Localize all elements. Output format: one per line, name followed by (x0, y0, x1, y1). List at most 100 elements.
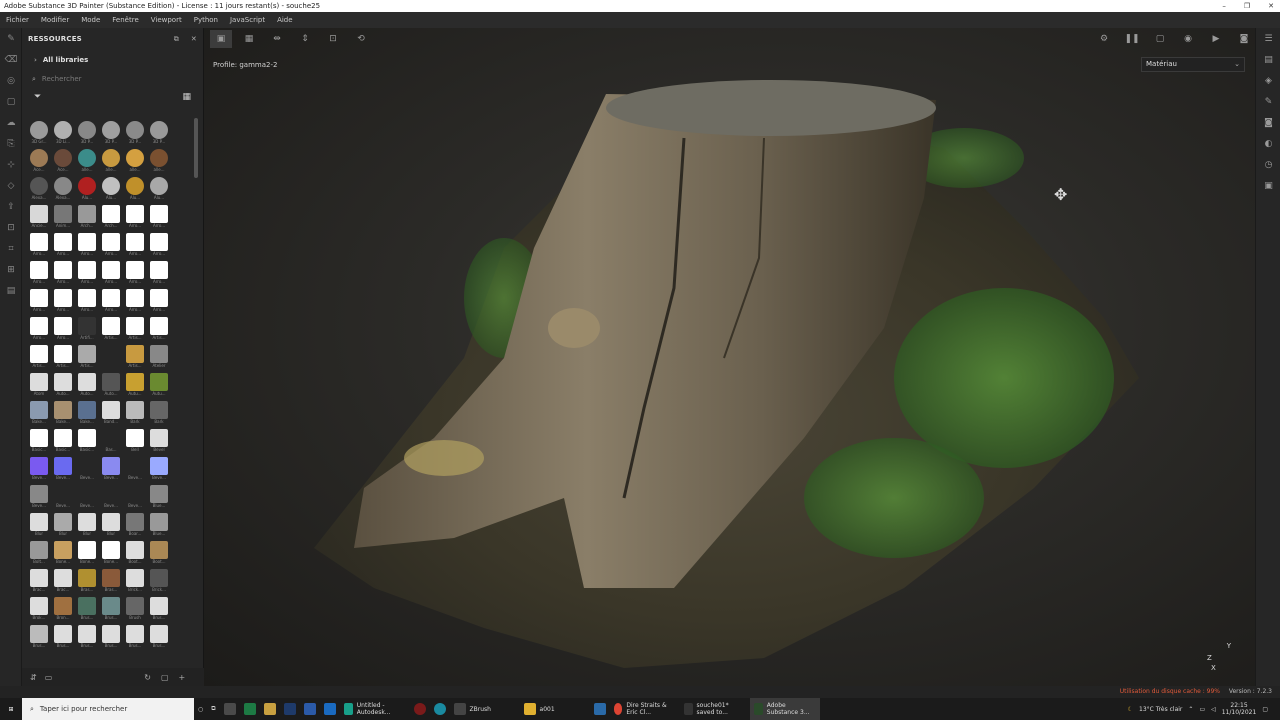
edge-icon[interactable] (430, 698, 450, 720)
record-icon[interactable] (410, 698, 430, 720)
start-button[interactable]: ⊞ (0, 698, 22, 720)
resource-item[interactable]: Beve... (75, 484, 99, 512)
search-input[interactable]: ⌕ Rechercher (22, 70, 203, 88)
menu-viewport[interactable]: Viewport (145, 16, 188, 24)
resource-item[interactable]: Arro... (147, 204, 171, 232)
display-icon[interactable]: ▭ (45, 673, 53, 682)
resource-item[interactable]: Beve... (123, 484, 147, 512)
resource-item[interactable]: Beve... (99, 456, 123, 484)
resource-item[interactable]: Bell (123, 428, 147, 456)
resource-item[interactable]: Bone... (51, 540, 75, 568)
resource-item[interactable]: Beve... (27, 484, 51, 512)
mail-icon[interactable] (590, 698, 610, 720)
resource-item[interactable]: Artis... (123, 316, 147, 344)
paint-brush-icon[interactable]: ✎ (0, 28, 22, 49)
outlook-icon[interactable] (320, 698, 340, 720)
resource-item[interactable]: Beve... (27, 456, 51, 484)
resource-item[interactable]: Alu... (99, 176, 123, 204)
resource-item[interactable]: Brus... (27, 624, 51, 652)
resource-item[interactable]: alle... (75, 148, 99, 176)
resource-item[interactable]: Blue... (147, 512, 171, 540)
resource-item[interactable]: Auto... (75, 372, 99, 400)
resource-item[interactable]: Brac... (27, 568, 51, 596)
excel-icon[interactable] (240, 698, 260, 720)
maximize-icon[interactable]: ❐ (1244, 0, 1250, 12)
resource-item[interactable]: Arro... (123, 204, 147, 232)
menu-mode[interactable]: Mode (75, 16, 106, 24)
resource-item[interactable]: Beve... (51, 484, 75, 512)
history-panel-icon[interactable]: ◷ (1256, 154, 1280, 175)
resource-item[interactable]: Arro... (123, 288, 147, 316)
library-selector[interactable]: › All libraries (22, 50, 203, 70)
3d-viewport[interactable]: ▣ ▦ ⇹ ⇕ ⊡ ⟲ ⚙ ❚❚ ▢ ◉ ▶ ◙ Profile: gamma2… (204, 28, 1255, 686)
panel-close-icon[interactable]: ✕ (191, 35, 197, 44)
resource-item[interactable]: 3D P... (75, 120, 99, 148)
stack-icon[interactable]: ◈ (1256, 70, 1280, 91)
resource-item[interactable]: Arro... (27, 260, 51, 288)
resource-item[interactable]: Bake... (51, 400, 75, 428)
resource-item[interactable]: Basic... (51, 428, 75, 456)
word-icon[interactable] (300, 698, 320, 720)
resource-item[interactable]: Blur (27, 512, 51, 540)
geometry-mask-icon[interactable]: ▢ (0, 91, 22, 112)
explorer-icon[interactable] (260, 698, 280, 720)
resource-item[interactable]: Basic... (75, 428, 99, 456)
resource-item[interactable]: Beve... (75, 456, 99, 484)
resource-item[interactable]: Artis... (75, 344, 99, 372)
taskbar-search[interactable]: ⌕ Taper ici pour rechercher (22, 698, 194, 720)
export-icon[interactable]: ⊞ (0, 259, 22, 280)
resource-item[interactable]: Boot... (123, 540, 147, 568)
log-icon[interactable]: ▣ (1256, 175, 1280, 196)
filter-icon[interactable]: ⏷ (34, 92, 41, 102)
resource-item[interactable]: Bark (147, 400, 171, 428)
resource-item[interactable]: Ace... (27, 148, 51, 176)
resource-item[interactable]: Arro... (27, 316, 51, 344)
resource-item[interactable]: Beve... (99, 484, 123, 512)
resource-item[interactable]: Blur (51, 512, 75, 540)
resource-item[interactable]: Arro... (51, 288, 75, 316)
resource-item[interactable]: alle... (99, 148, 123, 176)
resource-item[interactable]: 3D Gr... (27, 120, 51, 148)
menu-aide[interactable]: Aide (271, 16, 298, 24)
scrollbar[interactable] (194, 118, 198, 178)
tray-chevron-icon[interactable]: ⌃ (1188, 706, 1193, 713)
taskbar-app-zbrush[interactable]: ZBrush (450, 698, 520, 720)
resource-item[interactable]: Brus... (123, 624, 147, 652)
resource-item[interactable]: Arro... (123, 260, 147, 288)
resource-item[interactable]: Arro... (99, 232, 123, 260)
resource-item[interactable]: Artis... (51, 344, 75, 372)
resource-item[interactable]: Arro... (27, 232, 51, 260)
resource-item[interactable]: Brus... (147, 596, 171, 624)
resource-item[interactable]: Arro... (99, 288, 123, 316)
layers-icon[interactable]: ☰ (1256, 28, 1280, 49)
resource-item[interactable]: Basic... (27, 428, 51, 456)
shader-icon[interactable]: ◐ (1256, 133, 1280, 154)
resource-item[interactable]: Bake... (27, 400, 51, 428)
resource-item[interactable]: Beve... (147, 456, 171, 484)
resource-item[interactable]: Brick... (147, 568, 171, 596)
resource-item[interactable]: Bake... (75, 400, 99, 428)
resource-item[interactable]: Arro... (75, 260, 99, 288)
resource-item[interactable]: Ace... (51, 148, 75, 176)
menu-modifier[interactable]: Modifier (35, 16, 75, 24)
resource-item[interactable]: 3D P... (147, 120, 171, 148)
taskbar-app-autodesk[interactable]: Untitled - Autodesk... (340, 698, 410, 720)
menu-python[interactable]: Python (188, 16, 224, 24)
resource-item[interactable]: Arro... (147, 288, 171, 316)
brush-settings-icon[interactable]: ✎ (1256, 91, 1280, 112)
camera-settings-icon[interactable]: ◙ (1256, 112, 1280, 133)
menu-javascript[interactable]: JavaScript (224, 16, 271, 24)
resource-item[interactable]: Autu... (147, 372, 171, 400)
taskbar-app-substance[interactable]: Adobe Substance 3... (749, 698, 820, 720)
resource-item[interactable]: Artis... (27, 344, 51, 372)
resource-item[interactable]: 3D Li... (51, 120, 75, 148)
resource-item[interactable]: Bolt... (27, 540, 51, 568)
resource-item[interactable] (99, 344, 123, 372)
resource-item[interactable]: Artifi... (75, 316, 99, 344)
resource-item[interactable]: Brok... (27, 596, 51, 624)
import-icon[interactable]: ⇵ (30, 673, 37, 682)
picker-icon[interactable]: ⊹ (0, 154, 22, 175)
resource-item[interactable]: Auto... (99, 372, 123, 400)
resource-item[interactable]: 3D P... (123, 120, 147, 148)
resource-item[interactable]: Artis... (123, 344, 147, 372)
